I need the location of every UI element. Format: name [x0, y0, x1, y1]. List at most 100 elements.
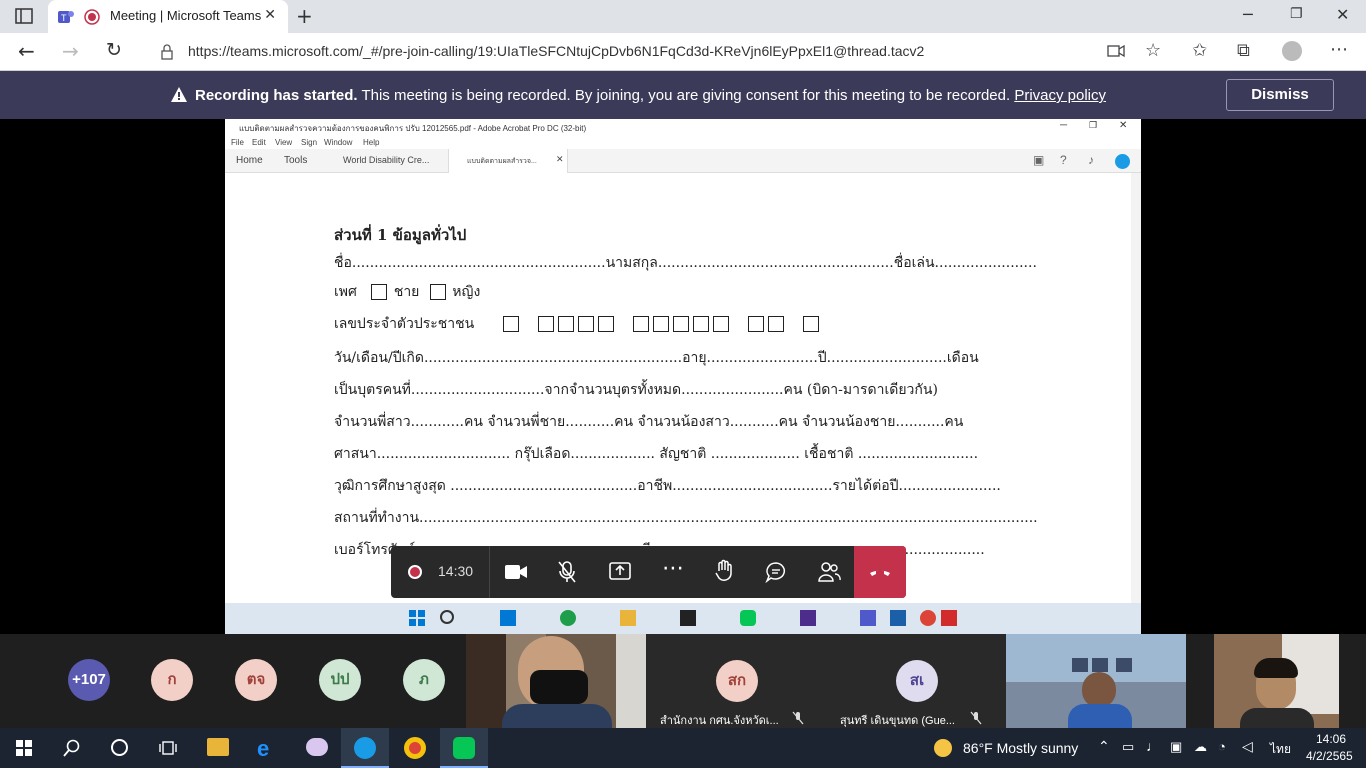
recording-message: Recording has started. This meeting is b… [195, 87, 1106, 104]
shared-line-icon [740, 610, 756, 626]
cloud-icon[interactable]: ☁ [1194, 739, 1207, 755]
more-actions-icon[interactable]: ⋯ [662, 556, 684, 581]
browser-tab-teams[interactable]: T Meeting | Microsoft Teams ✕ [48, 0, 288, 33]
acrobat-tab-close-icon: ✕ [556, 154, 564, 164]
acrobat-menubar: File Edit View Sign Window Help [225, 135, 1141, 149]
meeting-timer: 14:30 [438, 563, 474, 579]
back-icon[interactable]: ← [18, 39, 35, 63]
id-box [802, 316, 819, 332]
edge-taskbar-button[interactable] [341, 728, 389, 768]
volume-icon[interactable]: ◁ [1242, 738, 1253, 755]
self-view-tile[interactable] [1214, 634, 1339, 728]
participant-avatar[interactable]: ตจ [235, 659, 277, 701]
participant-name: สำนักงาน กศน.จังหวัดเ... [660, 715, 779, 727]
profile-avatar-icon[interactable] [1282, 41, 1302, 61]
line-taskbar-button[interactable] [440, 728, 488, 768]
internet-explorer-icon[interactable]: e [257, 736, 269, 762]
more-participants-badge[interactable]: +107 [68, 659, 110, 701]
menu-sign: Sign [301, 138, 318, 147]
male-checkbox [371, 284, 388, 300]
chat-icon[interactable] [765, 561, 787, 583]
favorites-icon[interactable]: ✩ [1192, 40, 1207, 61]
weather-text[interactable]: 86°F Mostly sunny [963, 740, 1078, 756]
participant-video-tile[interactable] [1006, 634, 1186, 728]
tab-title: Meeting | Microsoft Teams [110, 8, 262, 23]
display-icon[interactable]: ▣ [1170, 739, 1182, 755]
task-view-icon[interactable] [158, 739, 178, 757]
url-field[interactable]: https://teams.microsoft.com/_#/pre-join-… [150, 37, 1190, 67]
pdf-scrollbar [1131, 173, 1141, 603]
acrobat-tab-doc2-bg: แบบติดตามผลสำรวจ... ✕ [448, 149, 568, 173]
mic-muted-icon [970, 711, 982, 725]
microphone-icon[interactable]: ♩ [1146, 738, 1160, 754]
share-screen-icon[interactable] [609, 562, 631, 582]
id-box [538, 316, 555, 332]
id-box [652, 316, 669, 332]
shared-premiere-icon [800, 610, 816, 626]
participant-avatar[interactable]: ปป [319, 659, 361, 701]
shared-app-icon [560, 610, 576, 626]
forward-icon[interactable]: → [62, 39, 79, 63]
meet-now-icon[interactable]: ▭ [1122, 739, 1134, 755]
tab-actions-icon[interactable] [15, 8, 33, 24]
svg-text:T: T [61, 13, 67, 23]
app-icon[interactable] [306, 738, 328, 756]
meeting-stage: แบบติดตามผลสำรวจความต้องการของคนพิการ ปร… [0, 119, 1366, 634]
participant-avatar[interactable]: ก [151, 659, 193, 701]
file-explorer-icon[interactable] [207, 738, 229, 756]
tab-close-icon[interactable]: ✕ [264, 7, 276, 23]
clock-time[interactable]: 14:06 [1316, 732, 1346, 746]
recording-title: Recording has started. [195, 87, 358, 104]
input-language[interactable]: ไทย [1270, 740, 1291, 759]
weather-sun-icon[interactable] [934, 739, 952, 757]
camera-toggle-icon[interactable] [504, 563, 528, 581]
cortana-icon[interactable] [111, 739, 128, 756]
settings-more-icon[interactable]: ⋯ [1330, 39, 1348, 60]
minimize-icon[interactable]: ─ [1243, 5, 1253, 24]
menu-window: Window [324, 138, 353, 147]
dismiss-button[interactable]: Dismiss [1226, 79, 1334, 111]
acrobat-minimize-icon: ─ [1060, 120, 1068, 131]
window-close-icon[interactable]: ✕ [1336, 5, 1349, 24]
participants-icon[interactable] [817, 561, 841, 583]
privacy-policy-link[interactable]: Privacy policy [1014, 87, 1106, 104]
participant-video-tile[interactable] [466, 634, 646, 728]
id-box [767, 316, 784, 332]
search-icon[interactable] [63, 739, 81, 757]
name-line: ชื่อ....................................… [334, 255, 1037, 271]
add-favorite-icon[interactable]: ☆ [1145, 40, 1161, 61]
chrome-icon[interactable] [404, 737, 426, 759]
shared-windows-start-icon [409, 610, 425, 626]
meeting-controls: 14:30 ⋯ [391, 546, 906, 598]
female-label: หญิง [452, 284, 481, 300]
windows-start-icon[interactable] [16, 740, 32, 756]
browser-tab-bar: T Meeting | Microsoft Teams ✕ + ─ ❐ ✕ [0, 0, 1366, 33]
edge-icon [354, 737, 376, 759]
participant-avatar: สเ [896, 660, 938, 702]
video-background [466, 634, 506, 728]
raise-hand-icon[interactable] [714, 559, 734, 583]
wifi-icon[interactable]: ◔ [1218, 739, 1226, 754]
religion-line: ศาสนา.............................. กรุ๊… [334, 446, 979, 462]
mic-muted-icon[interactable] [557, 560, 577, 584]
clock-date[interactable]: 4/2/2565 [1306, 749, 1353, 763]
show-hidden-icons-icon[interactable]: ⌃ [1098, 738, 1110, 755]
acrobat-tab-doc2: แบบติดตามผลสำรวจ... [467, 158, 537, 165]
refresh-icon[interactable]: ↻ [106, 39, 122, 61]
id-box [692, 316, 709, 332]
acrobat-tab-home: Home [236, 155, 263, 166]
warning-icon [171, 87, 187, 102]
maximize-icon[interactable]: ❐ [1290, 6, 1303, 22]
new-tab-icon[interactable]: + [296, 4, 313, 28]
leave-call-button[interactable] [854, 546, 906, 598]
participant-avatar[interactable]: ภ [403, 659, 445, 701]
acrobat-maximize-icon: ❐ [1089, 120, 1098, 130]
collections-icon[interactable]: ⧉ [1237, 40, 1250, 61]
shared-app-icon [500, 610, 516, 626]
acrobat-tab-doc1: World Disability Cre... [343, 155, 430, 165]
participant-tile[interactable]: สเ สุนทรี เดินขุนทด (Gue... [826, 634, 1006, 728]
camera-permission-icon[interactable] [1107, 44, 1125, 58]
participant-tile[interactable]: สก สำนักงาน กศน.จังหวัดเ... [646, 634, 826, 728]
acrobat-tabs: Home Tools World Disability Cre... แบบติ… [225, 149, 1141, 173]
shared-teams-icon [860, 610, 876, 626]
